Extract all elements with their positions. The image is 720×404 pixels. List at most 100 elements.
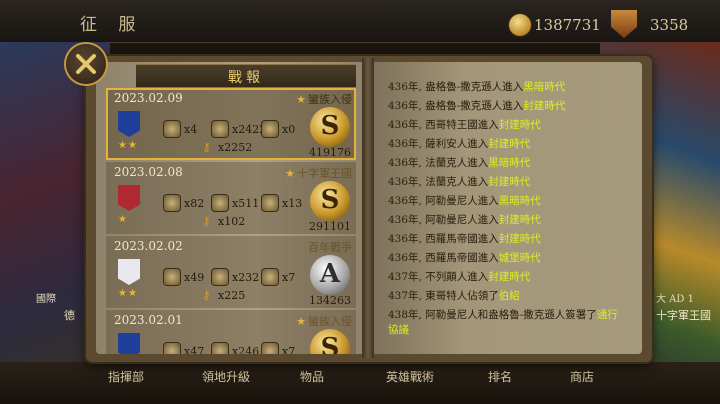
log-entry: 436年, 西羅馬帝國進入城堡時代 xyxy=(388,251,628,266)
wreath-icon xyxy=(262,195,278,211)
log-entry: 436年, 阿勒曼尼人進入黑暗時代 xyxy=(388,194,628,209)
rank-stars: ★★ xyxy=(118,140,138,151)
star-icon: ★ xyxy=(285,167,295,180)
troop-count: x246 xyxy=(232,345,260,354)
loss-count: x7 xyxy=(282,271,296,284)
wreath-icon xyxy=(262,269,278,285)
report-score: 291101 xyxy=(309,220,351,233)
rank-stars: ★ xyxy=(118,214,128,225)
report-date: 2023.02.01 xyxy=(114,313,183,327)
report-card[interactable]: 2023.02.01 ★ 蠻族入侵 x47 x246 x7 S xyxy=(106,310,356,354)
grade-badge-icon: A xyxy=(310,255,350,295)
key-count: x225 xyxy=(218,289,246,302)
log-entry-era: 黑暗時代 xyxy=(488,157,531,169)
report-campaign-label: 十字軍王國 xyxy=(297,167,352,180)
grade-letter: S xyxy=(320,111,340,141)
report-date: 2023.02.08 xyxy=(114,165,183,179)
civ-banner-icon xyxy=(118,185,140,211)
log-entry-era: 封建時代 xyxy=(488,176,531,188)
civ-banner-icon xyxy=(118,259,140,285)
bottom-nav-items[interactable]: 物品 xyxy=(300,368,324,385)
log-entry-text: 436年, 西羅馬帝國進入 xyxy=(388,233,499,245)
history-log[interactable]: 436年, 盎格魯-撒克遜人進入黑暗時代 436年, 盎格魯-撒克遜人進入封建時… xyxy=(388,80,628,348)
wreath-icon xyxy=(262,343,278,354)
log-entry: 437年, 東哥特人佔領了伯紹 xyxy=(388,289,628,304)
log-entry: 436年, 西羅馬帝國進入封建時代 xyxy=(388,232,628,247)
loss-count: x7 xyxy=(282,345,296,354)
soldier-icon xyxy=(212,343,228,354)
report-campaign-label: 蠻族入侵 xyxy=(308,315,352,328)
log-entry-text: 438年, 阿勒曼尼人和盎格魯-撒克遜人簽署了 xyxy=(388,309,597,321)
log-entry-text: 436年, 阿勒曼尼人進入 xyxy=(388,214,499,226)
log-entry: 436年, 西哥特王國進入封建時代 xyxy=(388,118,628,133)
close-icon xyxy=(76,54,96,74)
report-campaign: ★ 蠻族入侵 xyxy=(296,313,352,329)
log-entry: 436年, 阿勒曼尼人進入封建時代 xyxy=(388,213,628,228)
key-icon: ⚷ xyxy=(202,214,211,228)
helmet-icon xyxy=(164,121,180,137)
log-entry-era: 城堡時代 xyxy=(498,252,541,264)
log-entry: 438年, 阿勒曼尼人和盎格魯-撒克遜人簽署了通行協議 xyxy=(388,308,628,338)
bottom-nav-shop[interactable]: 商店 xyxy=(570,368,594,385)
log-entry-era: 黑暗時代 xyxy=(498,195,541,207)
log-entry-text: 436年, 西哥特王國進入 xyxy=(388,119,499,131)
report-campaign: 百年戰爭 xyxy=(308,239,352,255)
unit-count: x47 xyxy=(184,345,205,354)
report-campaign-label: 蠻族入侵 xyxy=(308,93,352,106)
log-entry-era: 封建時代 xyxy=(488,138,531,150)
star-icon: ★ xyxy=(296,315,306,328)
grade-badge-icon: S xyxy=(310,107,350,147)
report-date: 2023.02.09 xyxy=(114,91,183,105)
grade-letter: S xyxy=(320,333,340,354)
log-entry-text: 436年, 法蘭克人進入 xyxy=(388,176,489,188)
close-button[interactable] xyxy=(66,44,106,84)
wreath-icon xyxy=(262,121,278,137)
log-entry: 436年, 薩利安人進入封建時代 xyxy=(388,137,628,152)
log-entry-text: 436年, 盎格魯-撒克遜人進入 xyxy=(388,100,524,112)
key-icon: ⚷ xyxy=(202,140,211,154)
helmet-icon xyxy=(164,269,180,285)
troop-count: x232 xyxy=(232,271,260,284)
log-entry-text: 436年, 盎格魯-撒克遜人進入 xyxy=(388,81,524,93)
coin-count: 1387731 xyxy=(534,16,601,34)
log-entry-text: 436年, 法蘭克人進入 xyxy=(388,157,489,169)
crest-count: 3358 xyxy=(650,16,689,34)
log-entry-text: 436年, 阿勒曼尼人進入 xyxy=(388,195,499,207)
background-left-label: 國際 xyxy=(36,294,56,305)
report-card[interactable]: 2023.02.02 百年戰爭 ★★ x49 x232 x7 ⚷ x225 A … xyxy=(106,236,356,308)
unit-count: x49 xyxy=(184,271,205,284)
top-bar: 征 服 1387731 3358 xyxy=(0,0,720,43)
report-card[interactable]: 2023.02.09 ★ 蠻族入侵 ★★ x4 x2422 x0 ⚷ x2252 … xyxy=(106,88,356,160)
civ-banner-icon xyxy=(118,111,140,137)
grade-letter: A xyxy=(319,259,341,289)
loss-count: x13 xyxy=(282,197,303,210)
grade-letter: S xyxy=(320,185,340,215)
report-campaign: ★ 十字軍王國 xyxy=(285,165,352,181)
civ-banner-icon xyxy=(118,333,140,354)
log-entry: 437年, 不列顛人進入封建時代 xyxy=(388,270,628,285)
bottom-nav-hero-tactics[interactable]: 英雄戰術 xyxy=(386,368,434,385)
report-score: 419176 xyxy=(309,146,351,159)
star-icon: ★ xyxy=(296,93,306,106)
grade-badge-icon: S xyxy=(310,329,350,354)
report-card[interactable]: 2023.02.08 ★ 十字軍王國 ★ x82 x511 x13 ⚷ x102 … xyxy=(106,162,356,234)
log-entry-text: 436年, 西羅馬帝國進入 xyxy=(388,252,499,264)
background-campaign-name[interactable]: 十字軍王國 xyxy=(656,307,711,323)
grade-badge-icon: S xyxy=(310,181,350,221)
key-count: x102 xyxy=(218,215,246,228)
log-entry-era: 封建時代 xyxy=(498,214,541,226)
report-list[interactable]: 2023.02.09 ★ 蠻族入侵 ★★ x4 x2422 x0 ⚷ x2252 … xyxy=(100,86,362,354)
log-entry-era: 伯紹 xyxy=(498,290,520,302)
bottom-nav-headquarters[interactable]: 指揮部 xyxy=(108,368,144,385)
key-count: x2252 xyxy=(218,141,253,154)
log-entry-text: 437年, 東哥特人佔領了 xyxy=(388,290,499,302)
log-entry: 436年, 法蘭克人進入黑暗時代 xyxy=(388,156,628,171)
report-score: 134263 xyxy=(309,294,351,307)
bottom-nav-ranking[interactable]: 排名 xyxy=(488,368,512,385)
soldier-icon xyxy=(212,269,228,285)
log-entry-text: 436年, 薩利安人進入 xyxy=(388,138,489,150)
background-right-tag: 大 AD 1 xyxy=(656,294,694,305)
log-entry-era: 封建時代 xyxy=(498,119,541,131)
bottom-nav-territory-upgrade[interactable]: 領地升級 xyxy=(202,368,250,385)
page-title: 征 服 xyxy=(80,15,144,35)
